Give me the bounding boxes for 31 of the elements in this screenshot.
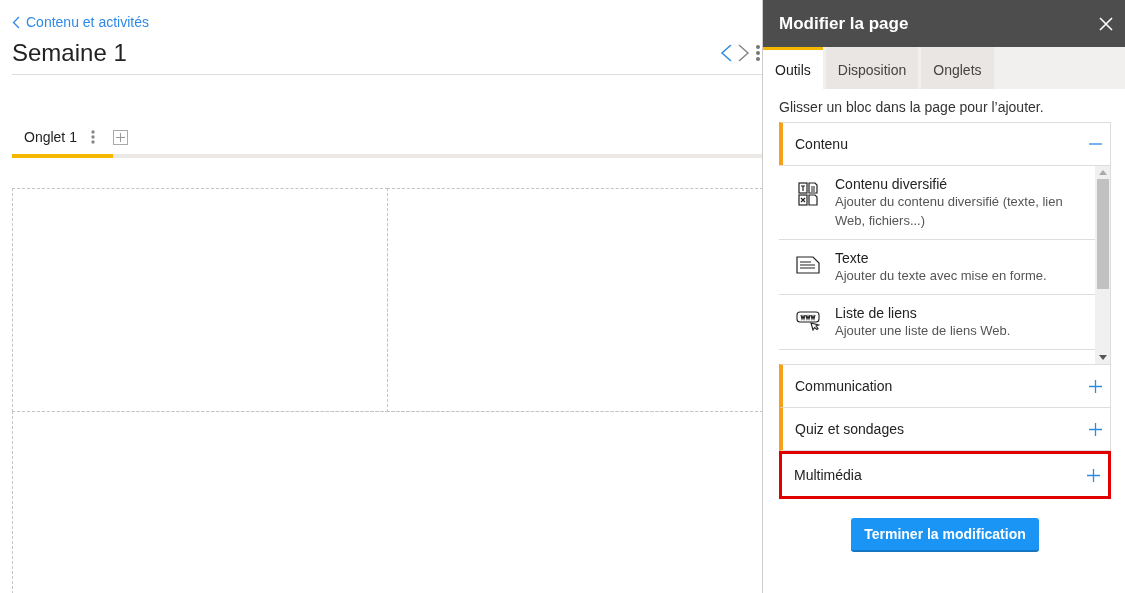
expand-icon[interactable] [1089, 422, 1102, 436]
page-title: Semaine 1 [12, 39, 128, 67]
text-document-icon [796, 256, 820, 274]
block-title: Liste de liens [835, 305, 918, 321]
documents-icon [798, 182, 818, 206]
more-options-icon[interactable] [90, 130, 95, 144]
chevron-left-icon [12, 15, 20, 29]
add-tab-icon[interactable] [112, 129, 128, 145]
close-icon[interactable] [1099, 16, 1113, 31]
panel-tab[interactable]: Onglets [921, 47, 994, 89]
panel-tab[interactable]: Disposition [825, 47, 919, 89]
web-link-icon [796, 311, 820, 331]
block-item[interactable]: Texte Ajouter du texte avec mise en forme. [779, 240, 1095, 295]
scroll-up-icon[interactable] [1098, 170, 1107, 175]
page-tab[interactable]: Onglet 1 [12, 120, 107, 154]
scrollbar-thumb[interactable] [1096, 179, 1109, 289]
expand-icon[interactable] [1089, 379, 1102, 393]
block-description: Ajouter une liste de liens Web. [835, 322, 1011, 340]
block-description: Ajouter du texte avec mise en forme. [835, 267, 1047, 285]
scroll-down-icon[interactable] [1098, 355, 1107, 360]
block-item[interactable]: Liste de liens Ajouter une liste de liens Web. [779, 295, 1095, 350]
more-options-icon[interactable] [756, 45, 760, 61]
expand-icon[interactable] [1087, 468, 1100, 482]
breadcrumb-link[interactable]: Contenu et activités [26, 14, 149, 30]
instruction-text: Glisser un bloc dans la page pour l’ajouter. [779, 99, 1045, 115]
panel-tab[interactable]: Outils [763, 47, 823, 89]
block-description: Ajouter du contenu diversifié (texte, lien Web, fichiers...) [835, 193, 1064, 230]
panel-title: Modifier la page [779, 13, 909, 34]
block-title: Contenu diversifié [835, 176, 949, 192]
block-item[interactable]: Contenu diversifié Ajouter du contenu diversifié (texte, lien Web, fichiers...) [779, 166, 1095, 240]
block-title: Texte [835, 250, 870, 266]
